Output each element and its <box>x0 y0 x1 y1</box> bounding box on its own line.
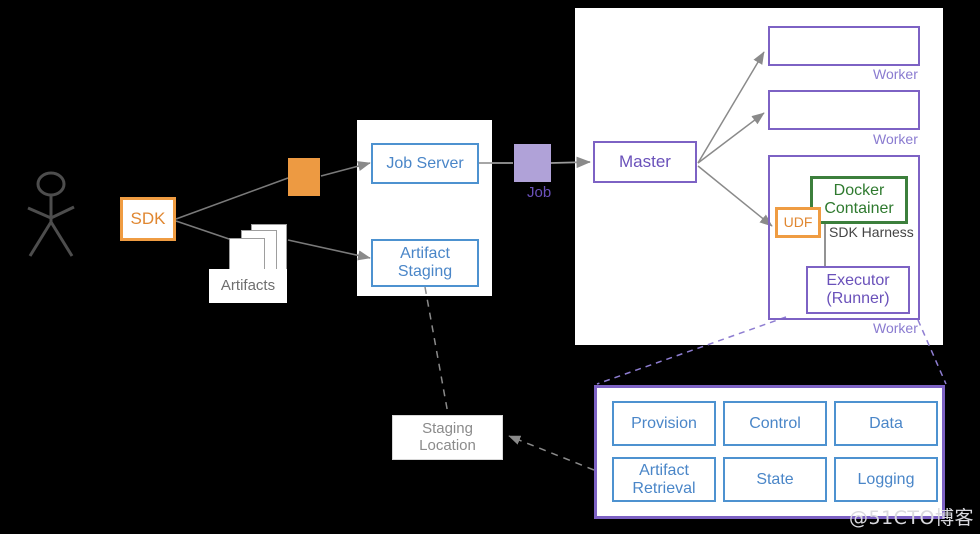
sdk-box[interactable]: SDK <box>120 197 176 241</box>
worker-label-3: Worker <box>873 320 918 336</box>
job-server-box[interactable]: Job Server <box>371 143 479 184</box>
pipeline-artifact-square <box>288 158 320 196</box>
watermark: @51CTO博客 <box>848 507 974 529</box>
service-box-artifact-retrieval[interactable]: Artifact Retrieval <box>612 457 716 502</box>
udf-box[interactable]: UDF <box>775 207 821 238</box>
master-box[interactable]: Master <box>593 141 697 183</box>
docker-container-box[interactable]: Docker Container <box>810 176 908 224</box>
job-token-label: Job <box>527 184 552 201</box>
user-stick-figure-icon <box>27 171 75 257</box>
artifacts-label-box: Artifacts <box>209 269 287 303</box>
service-box-provision[interactable]: Provision <box>612 401 716 446</box>
worker-box-2[interactable] <box>768 90 920 130</box>
service-box-logging[interactable]: Logging <box>834 457 938 502</box>
service-box-data[interactable]: Data <box>834 401 938 446</box>
diagram-canvas: SDK Artifacts Job Server Artifact Stagin… <box>0 0 980 534</box>
service-box-state[interactable]: State <box>723 457 827 502</box>
job-token-square <box>514 144 551 182</box>
staging-location-box[interactable]: Staging Location <box>392 415 503 460</box>
worker-label-1: Worker <box>873 66 918 82</box>
executor-runner-box[interactable]: Executor (Runner) <box>806 266 910 314</box>
sdk-harness-label: SDK Harness <box>829 224 914 240</box>
service-box-control[interactable]: Control <box>723 401 827 446</box>
artifact-staging-box[interactable]: Artifact Staging <box>371 239 479 287</box>
worker-label-2: Worker <box>873 131 918 147</box>
worker-box-1[interactable] <box>768 26 920 66</box>
